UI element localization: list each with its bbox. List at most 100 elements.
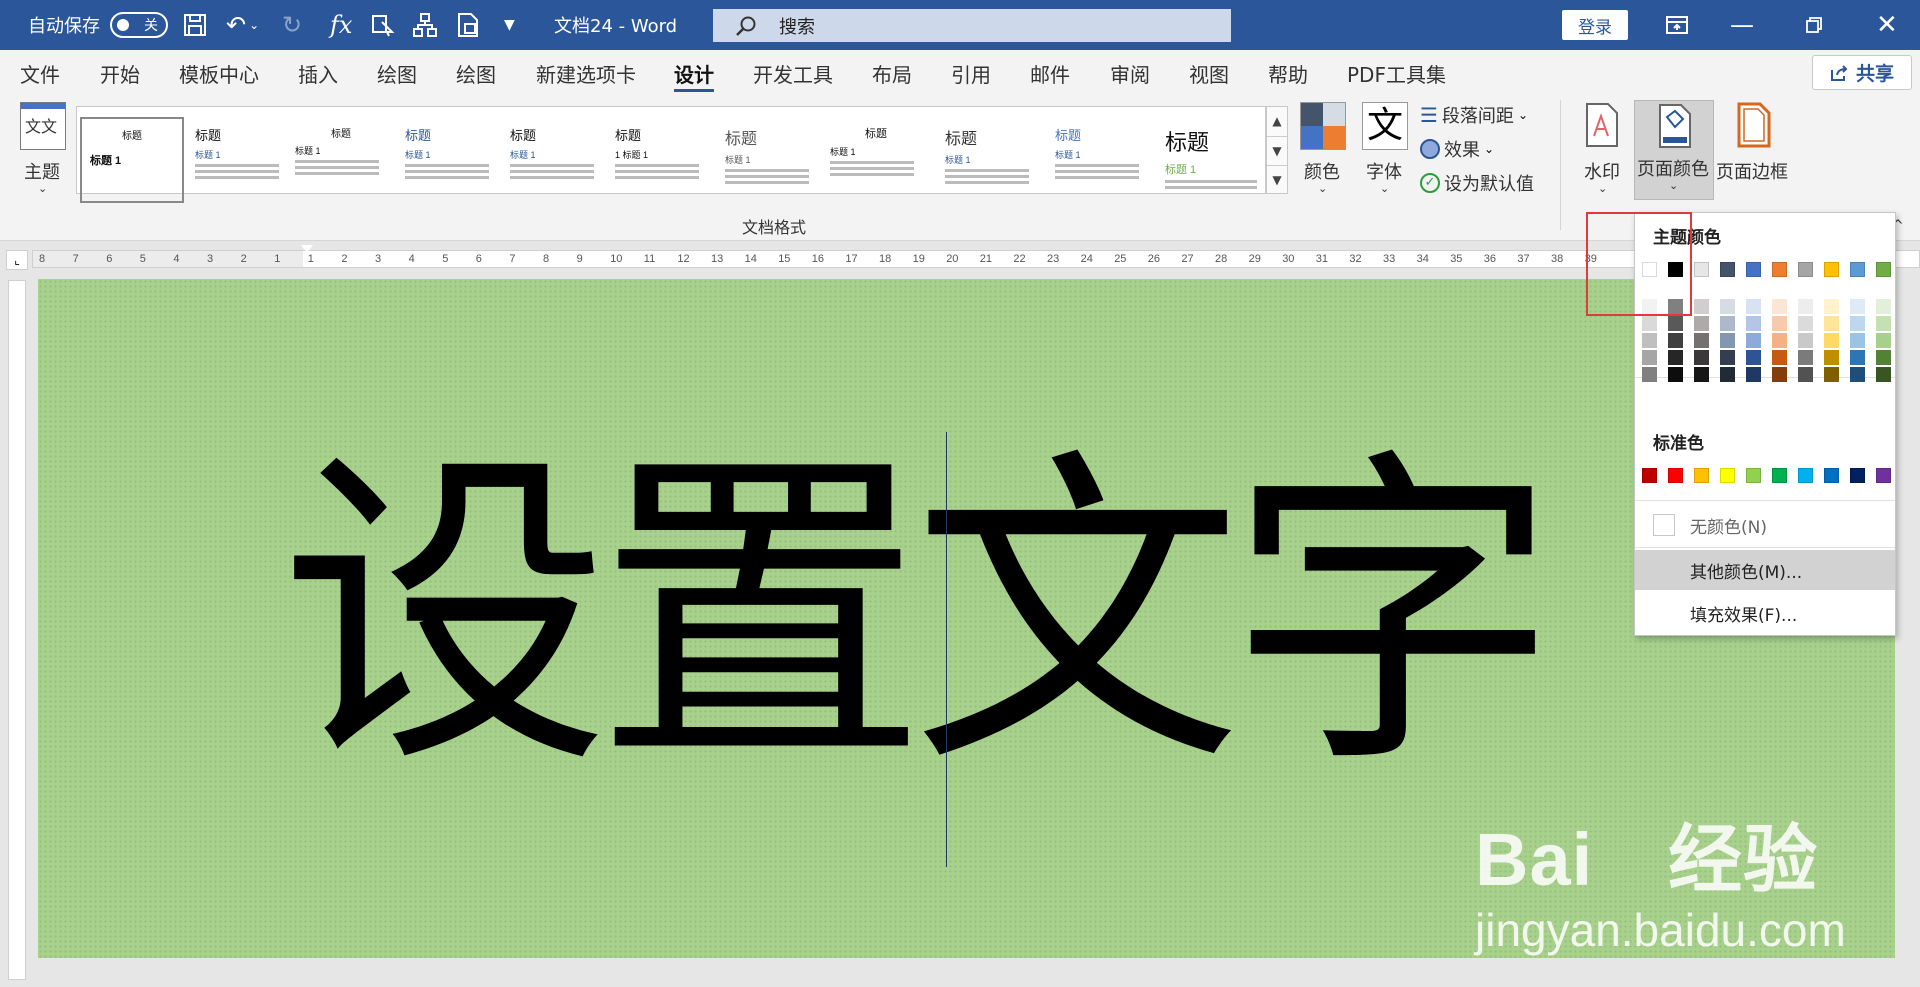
login-button[interactable]: 登录 — [1562, 10, 1628, 40]
standard-color-swatch[interactable] — [1824, 468, 1839, 483]
color-swatch[interactable] — [1720, 299, 1735, 314]
page-border-button[interactable]: 页面边框 — [1716, 102, 1796, 198]
color-swatch[interactable] — [1668, 333, 1683, 348]
tab-review[interactable]: 审阅 — [1110, 50, 1150, 96]
tab-layout[interactable]: 布局 — [872, 50, 912, 96]
vertical-ruler[interactable] — [8, 280, 26, 980]
share-button[interactable]: 共享 — [1812, 55, 1912, 90]
color-swatch[interactable] — [1772, 333, 1787, 348]
color-swatch[interactable] — [1772, 367, 1787, 382]
style-item[interactable]: 标题 标题 1 — [822, 117, 922, 203]
function-icon[interactable]: fx — [330, 0, 352, 50]
more-colors-item[interactable]: 其他颜色(M)... — [1635, 550, 1895, 590]
color-swatch[interactable] — [1824, 299, 1839, 314]
color-swatch[interactable] — [1824, 367, 1839, 382]
tab-references[interactable]: 引用 — [951, 50, 991, 96]
effects-button[interactable]: 效果 ⌄ — [1420, 134, 1494, 164]
themes-button[interactable]: 文文 主题 ⌄ — [14, 102, 74, 198]
style-item[interactable]: 标题 标题 1 — [187, 117, 287, 203]
color-swatch[interactable] — [1746, 350, 1761, 365]
color-swatch[interactable] — [1746, 316, 1761, 331]
color-swatch[interactable] — [1798, 333, 1813, 348]
color-swatch[interactable] — [1694, 262, 1709, 277]
document-icon[interactable] — [456, 0, 480, 50]
color-swatch[interactable] — [1720, 367, 1735, 382]
color-swatch[interactable] — [1772, 316, 1787, 331]
tab-mailings[interactable]: 邮件 — [1030, 50, 1070, 96]
standard-color-swatch[interactable] — [1876, 468, 1891, 483]
minimize-icon[interactable]: — — [1730, 0, 1754, 50]
color-swatch[interactable] — [1798, 367, 1813, 382]
style-item[interactable]: 标题 标题 1 — [287, 117, 387, 203]
gallery-scroll[interactable]: ▲ ▼ ▼ — [1266, 106, 1288, 194]
tab-pdf-tools[interactable]: PDF工具集 — [1347, 50, 1446, 96]
tab-file[interactable]: 文件 — [20, 50, 60, 96]
color-swatch[interactable] — [1798, 262, 1813, 277]
color-swatch[interactable] — [1876, 333, 1891, 348]
customize-dropdown-icon[interactable]: ▼ — [504, 0, 515, 50]
autosave[interactable]: 自动保存 关 — [28, 0, 168, 50]
style-item[interactable]: 标题 标题 1 — [397, 117, 497, 203]
tab-insert[interactable]: 插入 — [298, 50, 338, 96]
color-swatch[interactable] — [1772, 262, 1787, 277]
watermark-button[interactable]: 水印 ⌄ — [1578, 102, 1628, 198]
scroll-down-icon[interactable]: ▼ — [1267, 136, 1287, 165]
color-swatch[interactable] — [1720, 350, 1735, 365]
tab-draw-2[interactable]: 绘图 — [456, 50, 496, 96]
standard-color-swatch[interactable] — [1720, 468, 1735, 483]
undo-icon[interactable]: ↶ ⌄ — [226, 0, 259, 50]
color-swatch[interactable] — [1642, 350, 1657, 365]
style-item[interactable]: 标题 标题 1 — [1047, 117, 1147, 203]
color-swatch[interactable] — [1694, 350, 1709, 365]
style-item[interactable]: 标题 标题 1 — [502, 117, 602, 203]
color-swatch[interactable] — [1824, 350, 1839, 365]
color-swatch[interactable] — [1642, 367, 1657, 382]
fill-effects-item[interactable]: 填充效果(F)... — [1635, 593, 1895, 633]
color-swatch[interactable] — [1668, 367, 1683, 382]
color-swatch[interactable] — [1824, 316, 1839, 331]
hierarchy-icon[interactable] — [412, 0, 438, 50]
color-swatch[interactable] — [1720, 262, 1735, 277]
color-swatch[interactable] — [1720, 333, 1735, 348]
color-swatch[interactable] — [1746, 367, 1761, 382]
tab-design[interactable]: 设计 — [674, 50, 714, 96]
color-swatch[interactable] — [1642, 333, 1657, 348]
style-item[interactable]: 标题 标题 1 — [717, 117, 817, 203]
color-swatch[interactable] — [1772, 350, 1787, 365]
color-swatch[interactable] — [1694, 367, 1709, 382]
color-swatch[interactable] — [1798, 299, 1813, 314]
color-swatch[interactable] — [1876, 367, 1891, 382]
color-swatch[interactable] — [1876, 299, 1891, 314]
tab-new-tab[interactable]: 新建选项卡 — [536, 50, 636, 96]
color-swatch[interactable] — [1694, 333, 1709, 348]
scroll-up-icon[interactable]: ▲ — [1267, 107, 1287, 136]
style-item[interactable]: 标题 标题 1 — [1157, 117, 1265, 203]
color-swatch[interactable] — [1850, 262, 1865, 277]
restore-icon[interactable] — [1805, 0, 1823, 50]
close-icon[interactable]: ✕ — [1876, 0, 1898, 50]
tab-selector[interactable]: ⌞ — [6, 250, 28, 270]
color-swatch[interactable] — [1642, 316, 1657, 331]
color-swatch[interactable] — [1694, 316, 1709, 331]
standard-color-swatch[interactable] — [1694, 468, 1709, 483]
page-color-button[interactable]: 页面颜色 ⌄ — [1634, 100, 1714, 200]
color-swatch[interactable] — [1746, 299, 1761, 314]
style-item[interactable]: 标题 1 标题 1 — [607, 117, 707, 203]
select-icon[interactable] — [370, 0, 396, 50]
set-default-button[interactable]: ✓ 设为默认值 — [1420, 168, 1534, 198]
no-color-item[interactable]: 无颜色(N) — [1635, 505, 1895, 545]
standard-color-swatch[interactable] — [1668, 468, 1683, 483]
color-swatch[interactable] — [1772, 299, 1787, 314]
color-swatch[interactable] — [1876, 316, 1891, 331]
redo-icon[interactable]: ↻ — [282, 0, 302, 50]
style-item[interactable]: 标题 标题 1 — [80, 117, 184, 203]
color-swatch[interactable] — [1668, 316, 1683, 331]
color-swatch[interactable] — [1876, 350, 1891, 365]
style-item[interactable]: 标题 标题 1 — [937, 117, 1037, 203]
color-swatch[interactable] — [1720, 316, 1735, 331]
tab-developer[interactable]: 开发工具 — [753, 50, 833, 96]
color-swatch[interactable] — [1668, 350, 1683, 365]
color-swatch[interactable] — [1824, 333, 1839, 348]
document-text[interactable]: 设置文字 — [280, 450, 1558, 780]
indent-marker[interactable] — [301, 245, 313, 275]
